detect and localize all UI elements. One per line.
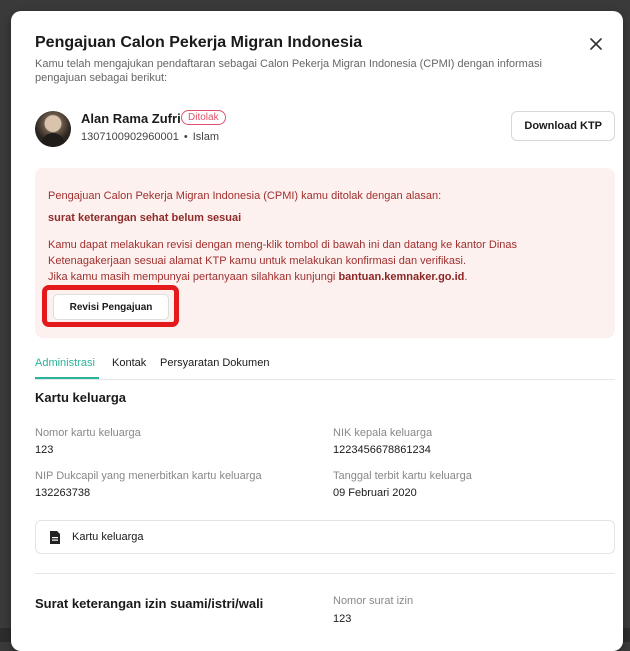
field-label: NIK kepala keluarga bbox=[333, 427, 433, 439]
instruction-line: Jika kamu masih mempunyai pertanyaan sil… bbox=[48, 269, 608, 285]
download-ktp-button[interactable]: Download KTP bbox=[511, 111, 615, 141]
field-value: 123 bbox=[35, 444, 54, 456]
field-value: 132263738 bbox=[35, 487, 91, 499]
close-icon bbox=[590, 38, 602, 50]
field-label: Nomor kartu keluarga bbox=[35, 427, 141, 439]
field-label: Tanggal terbit kartu keluarga bbox=[333, 470, 472, 482]
document-label: Kartu keluarga bbox=[72, 531, 144, 543]
tab-administrasi[interactable]: Administrasi bbox=[35, 357, 95, 369]
help-link[interactable]: bantuan.kemnaker.go.id bbox=[338, 271, 464, 283]
detail-tabs: Administrasi Kontak Persyaratan Dokumen bbox=[35, 357, 615, 380]
meta-separator: • bbox=[183, 131, 188, 143]
applicant-info: Alan Rama Zufri Ditolak 1307100902960001… bbox=[35, 110, 615, 151]
instruction-text: . bbox=[464, 271, 468, 283]
field-label: Nomor surat izin bbox=[333, 595, 414, 607]
modal-subtitle: Kamu telah mengajukan pendaftaran sebaga… bbox=[35, 58, 542, 84]
applicant-name: Alan Rama Zufri bbox=[81, 111, 181, 126]
instruction-line: Kamu dapat melakukan revisi dengan meng-… bbox=[48, 239, 517, 251]
field-label: NIP Dukcapil yang menerbitkan kartu kelu… bbox=[35, 470, 262, 482]
kk-section-title: Kartu keluarga bbox=[35, 390, 127, 405]
active-tab-indicator bbox=[35, 377, 99, 379]
applicant-nik: 1307100902960001 bbox=[81, 131, 179, 143]
instruction-text: Jika kamu masih mempunyai pertanyaan sil… bbox=[48, 271, 339, 283]
rejection-alert: Pengajuan Calon Pekerja Migran Indonesia… bbox=[35, 168, 615, 338]
kk-document-card[interactable]: Kartu keluarga bbox=[35, 520, 615, 554]
rejection-reason: surat keterangan sehat belum sesuai bbox=[48, 212, 242, 224]
avatar bbox=[35, 111, 71, 147]
field-value: 09 Februari 2020 bbox=[333, 487, 417, 499]
izin-section-title: Surat keterangan izin suami/istri/wali bbox=[35, 596, 264, 611]
revision-instructions: Kamu dapat melakukan revisi dengan meng-… bbox=[48, 237, 608, 285]
instruction-line: Ketenagakerjaan sesuai alamat KTP kamu u… bbox=[48, 255, 467, 267]
revise-submission-button[interactable]: Revisi Pengajuan bbox=[53, 294, 169, 320]
applicant-religion: Islam bbox=[192, 131, 220, 143]
section-divider bbox=[35, 573, 615, 574]
field-value: 1223456678861234 bbox=[333, 444, 431, 456]
revise-highlight: Revisi Pengajuan bbox=[42, 285, 179, 327]
tab-kontak[interactable]: Kontak bbox=[112, 357, 146, 369]
close-button[interactable] bbox=[585, 33, 607, 55]
tab-persyaratan-dokumen[interactable]: Persyaratan Dokumen bbox=[160, 357, 269, 369]
applicant-meta: 1307100902960001 • Islam bbox=[81, 131, 219, 143]
submission-modal: Pengajuan Calon Pekerja Migran Indonesia… bbox=[11, 11, 623, 651]
rejection-message: Pengajuan Calon Pekerja Migran Indonesia… bbox=[48, 190, 442, 202]
document-icon bbox=[50, 531, 60, 544]
field-value: 123 bbox=[333, 613, 352, 625]
modal-title: Pengajuan Calon Pekerja Migran Indonesia bbox=[35, 34, 363, 51]
status-badge: Ditolak bbox=[181, 110, 226, 125]
